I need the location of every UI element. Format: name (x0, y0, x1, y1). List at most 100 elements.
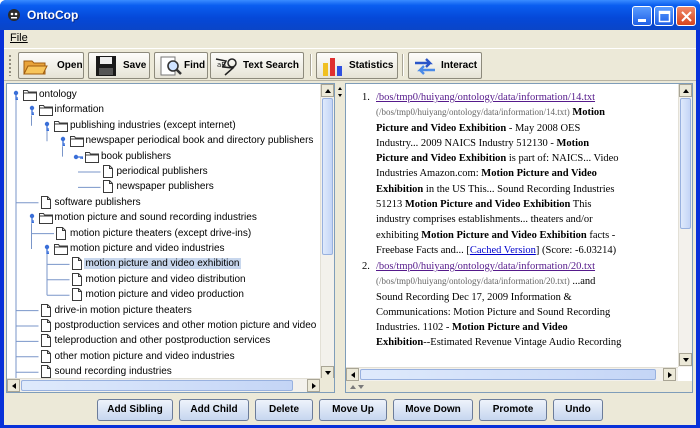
tree-node-label: newspaper publishers (116, 181, 214, 193)
tree-collapse-handle-icon[interactable] (27, 105, 37, 118)
search-results: 1. /bos/tmp0/huiyang/ontology/data/inform… (346, 84, 678, 367)
tree-node-label: newspaper periodical book and directory … (85, 135, 314, 147)
scroll-up-arrow[interactable] (679, 84, 692, 97)
toolbar-separator (402, 54, 404, 76)
interact-label: Interact (441, 60, 478, 71)
ontology-tree[interactable]: ontology information publishing industries… (7, 84, 322, 380)
result-snippet-text: Freebase Facts and... [ (376, 244, 470, 256)
exchange-arrows-icon (415, 58, 435, 75)
result-snippet-text: --Estimated Revenue Vintage Audio Record… (423, 337, 622, 349)
tree-collapse-handle-icon[interactable] (58, 136, 68, 149)
toolbar: Open Save Find aB Text Search Statistics… (4, 48, 696, 81)
cached-version-link[interactable]: Cached Version (470, 245, 536, 256)
tree-node-label: drive-in motion picture theaters (54, 304, 192, 316)
statistics-button[interactable]: Statistics (316, 52, 398, 79)
result-path: (/bos/tmp0/huiyang/ontology/data/informa… (376, 107, 570, 118)
result-path: (/bos/tmp0/huiyang/ontology/data/informa… (376, 276, 570, 287)
statistics-label: Statistics (349, 60, 394, 71)
app-logo-icon (8, 9, 20, 21)
tree-node-label: software publishers (54, 196, 141, 208)
result-link[interactable]: /bos/tmp0/huiyang/ontology/data/informat… (376, 261, 595, 272)
split-divider[interactable] (337, 83, 343, 393)
main-split: ontology information publishing industries… (4, 83, 696, 393)
add-sibling-button[interactable]: Add Sibling (97, 399, 173, 421)
maximize-icon (658, 10, 671, 23)
tree-node-label: motion picture and sound recording indus… (54, 212, 257, 224)
result-snippet-text: Industries. 1102 - (376, 322, 453, 334)
text-search-button[interactable]: aB Text Search (210, 52, 304, 79)
toolbar-separator (310, 54, 312, 76)
move-down-button[interactable]: Move Down (393, 399, 473, 421)
tree-node-label: book publishers (101, 150, 172, 162)
text-search-label: Text Search (243, 60, 299, 71)
document-icon (39, 303, 53, 317)
document-icon (70, 288, 84, 302)
tree-node-label: ontology (39, 89, 77, 100)
result-highlight-text: Picture and Video Exhibition (376, 153, 507, 165)
result-snippet-text: Communications: Motion Picture and Sound… (376, 306, 611, 318)
result-snippet-text: is part of: NAICS... Video (506, 153, 619, 165)
move-up-button[interactable]: Move Up (319, 399, 387, 421)
add-child-button[interactable]: Add Child (179, 399, 249, 421)
title-bar[interactable]: OntoCop (0, 0, 700, 30)
tree-node-label: motion picture and video exhibition (83, 258, 242, 270)
results-vertical-scrollbar[interactable] (678, 84, 692, 367)
find-button[interactable]: Find (154, 52, 208, 79)
tree-hscroll-thumb[interactable] (21, 380, 293, 391)
svg-text:aB: aB (217, 61, 226, 69)
minimize-button[interactable] (632, 6, 652, 26)
tree-collapse-handle-icon[interactable] (42, 244, 52, 257)
arrow-up-icon (683, 89, 689, 93)
results-horizontal-scrollbar[interactable] (346, 367, 678, 381)
result-number: 2. (362, 261, 370, 272)
result-score: ] (Score: -6.03214) (535, 244, 617, 256)
tree-expand-handle-icon[interactable] (73, 152, 84, 165)
result-snippet-text: This (570, 199, 592, 211)
tree-vertical-scrollbar[interactable] (320, 84, 334, 380)
result-number: 1. (362, 92, 370, 103)
scroll-right-arrow[interactable] (307, 379, 320, 392)
results-hscroll-thumb[interactable] (360, 369, 656, 380)
result-link[interactable]: /bos/tmp0/huiyang/ontology/data/informat… (376, 92, 595, 103)
tree-node-label: motion picture and video industries (70, 243, 225, 254)
maximize-button[interactable] (654, 6, 674, 26)
result-snippet-text: in the US This... Sound Recording Indust… (423, 183, 615, 195)
delete-button[interactable]: Delete (255, 399, 313, 421)
tree-collapse-handle-icon[interactable] (27, 213, 37, 226)
result-highlight-text: Motion Picture and Video Exhibition (404, 199, 571, 211)
promote-button[interactable]: Promote (479, 399, 547, 421)
search-result-item: 2. /bos/tmp0/huiyang/ontology/data/inform… (362, 259, 673, 351)
scroll-up-arrow[interactable] (321, 84, 334, 97)
folder-icon (54, 119, 68, 132)
save-button[interactable]: Save (88, 52, 150, 79)
bar-chart-icon (323, 58, 342, 76)
open-button[interactable]: Open (18, 52, 84, 79)
arrow-left-icon (12, 383, 16, 389)
document-icon (39, 319, 53, 332)
tree-vscroll-thumb[interactable] (322, 98, 333, 255)
scroll-left-arrow[interactable] (7, 379, 20, 392)
scroll-right-arrow[interactable] (663, 368, 676, 381)
folder-icon (38, 103, 53, 117)
arrow-right-icon (312, 383, 316, 389)
scroll-down-arrow[interactable] (679, 353, 692, 366)
interact-button[interactable]: Interact (408, 52, 482, 79)
result-snippet-text: 51213 (376, 199, 405, 211)
menu-file[interactable]: File (10, 32, 28, 44)
ontology-tree-pane: ontology information publishing industries… (6, 83, 335, 393)
result-snippet-text: industry comprises establishments... the… (376, 214, 593, 226)
tree-collapse-handle-icon[interactable] (11, 90, 21, 103)
document-icon (70, 257, 84, 271)
result-highlight-text: Motion (556, 137, 590, 149)
result-snippet-text: Industry... 2009 NAICS Industry 512130 - (376, 137, 557, 149)
result-snippet-text: Industries Amazon.com: (376, 168, 482, 180)
close-button[interactable] (676, 6, 696, 26)
undo-button[interactable]: Undo (553, 399, 603, 421)
tree-node-label: other motion picture and video industrie… (54, 350, 235, 362)
results-vscroll-thumb[interactable] (680, 98, 691, 229)
tree-horizontal-scrollbar[interactable] (7, 378, 322, 392)
scroll-left-arrow[interactable] (346, 368, 359, 381)
folder-icon (23, 88, 37, 101)
toolbar-grip[interactable] (8, 54, 12, 76)
tree-collapse-handle-icon[interactable] (42, 121, 52, 134)
